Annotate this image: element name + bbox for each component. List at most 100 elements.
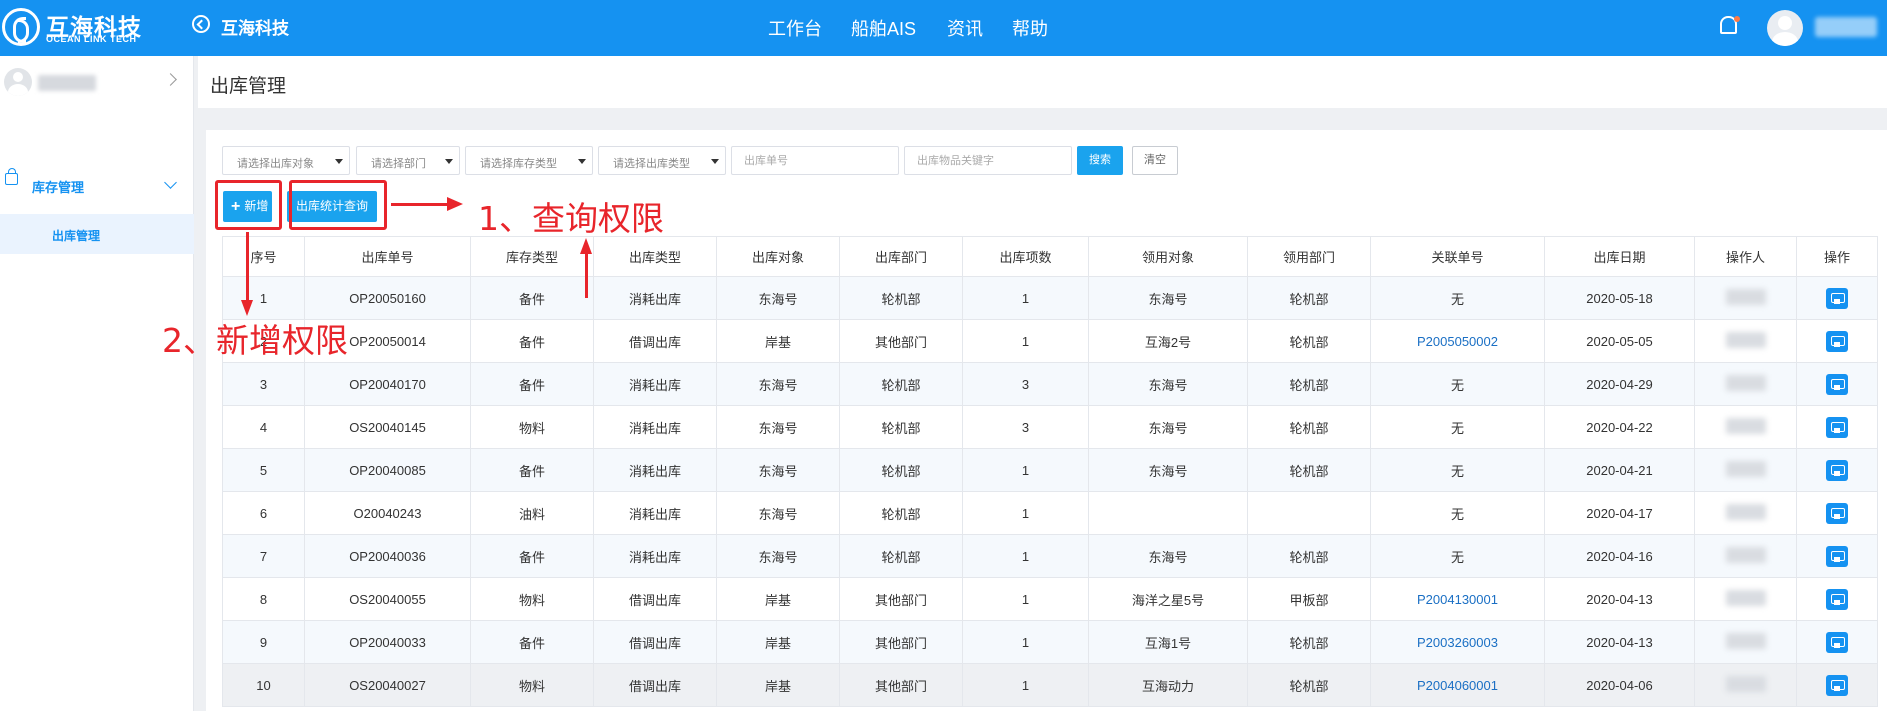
table-row[interactable]: 6 O20040243 油料 消耗出库 东海号 轮机部 1 无 2020-04-17 — [222, 491, 1878, 535]
print-icon[interactable] — [1826, 588, 1848, 610]
table-cell: 2020-04-13 — [1544, 620, 1695, 664]
table-row[interactable]: 3 OP20040170 备件 消耗出库 东海号 轮机部 3 东海号 轮机部无 2020-04-2… — [222, 362, 1878, 406]
table-header-row: 序号 出库单号 库存类型 出库类型 出库对象 出库部门 出库项数 领用对象 领用… — [222, 236, 1878, 277]
table-cell: 东海号 — [1088, 448, 1248, 492]
operator-name-blurred — [1725, 331, 1766, 348]
table-cell: 2020-05-18 — [1544, 276, 1695, 320]
print-icon[interactable] — [1826, 373, 1848, 395]
print-icon[interactable] — [1826, 545, 1848, 567]
action-cell — [1796, 319, 1878, 363]
order-number-input[interactable] — [731, 146, 899, 175]
stock-type-select[interactable]: 请选择库存类型 — [465, 146, 593, 175]
operator-name-blurred — [1725, 288, 1766, 305]
department-select[interactable]: 请选择部门 — [356, 146, 460, 175]
table-cell: 借调出库 — [593, 620, 717, 664]
table-cell: 9 — [222, 620, 305, 664]
table-row[interactable]: 2 OP20050014 备件 借调出库 岸基 其他部门 1 互海2号 轮机部 P20050500… — [222, 319, 1878, 363]
operator-name-blurred — [1725, 589, 1766, 606]
table-cell: 轮机部 — [1247, 319, 1371, 363]
table-cell: 3 — [962, 405, 1089, 449]
clear-button[interactable]: 清空 — [1132, 146, 1178, 175]
table-cell: 东海号 — [1088, 276, 1248, 320]
table-cell: 消耗出库 — [593, 362, 717, 406]
nav-help[interactable]: 帮助 — [1012, 15, 1048, 41]
nav-workbench[interactable]: 工作台 — [768, 15, 822, 41]
table-cell: 岸基 — [716, 620, 840, 664]
table-row[interactable]: 10 OS20040027 物料 借调出库 岸基 其他部门 1 互海动力 轮机部 P2004060… — [222, 663, 1878, 707]
table-cell: 轮机部 — [1247, 620, 1371, 664]
sidebar-item-label: 出库管理 — [52, 229, 101, 243]
table-cell[interactable]: P2004060001 — [1370, 663, 1545, 707]
table-row[interactable]: 5 OP20040085 备件 消耗出库 东海号 轮机部 1 东海号 轮机部无 2020-04-2… — [222, 448, 1878, 492]
user-name-blurred[interactable] — [1815, 17, 1877, 37]
table-row[interactable]: 9 OP20040033 备件 借调出库 岸基 其他部门 1 互海1号 轮机部 P20032600… — [222, 620, 1878, 664]
table-cell: 东海号 — [716, 276, 840, 320]
table-cell: 7 — [222, 534, 305, 578]
table-cell: 油料 — [470, 491, 594, 535]
outbound-target-select[interactable]: 请选择出库对象 — [222, 146, 350, 175]
print-icon[interactable] — [1826, 330, 1848, 352]
print-icon[interactable] — [1826, 416, 1848, 438]
table-row[interactable]: 7 OP20040036 备件 消耗出库 东海号 轮机部 1 东海号 轮机部无 2020-04-1… — [222, 534, 1878, 578]
column-header: 库存类型 — [470, 236, 594, 277]
table-cell: 轮机部 — [839, 491, 963, 535]
sidebar-username-blurred — [38, 75, 96, 91]
system-title[interactable]: 互海科技 — [221, 14, 289, 39]
main-content: 请选择出库对象 请选择部门 请选择库存类型 请选择出库类型 搜索 清空 +新增 … — [206, 130, 1887, 711]
table-cell: 借调出库 — [593, 319, 717, 363]
print-icon[interactable] — [1826, 459, 1848, 481]
user-avatar[interactable] — [1767, 10, 1803, 46]
table-cell: 互海1号 — [1088, 620, 1248, 664]
notification-bell-icon[interactable] — [1718, 14, 1740, 34]
table-row[interactable]: 8 OS20040055 物料 借调出库 岸基 其他部门 1 海洋之星5号 甲板部 P200413… — [222, 577, 1878, 621]
item-keyword-input[interactable] — [904, 146, 1072, 175]
table-row[interactable]: 4 OS20040145 物料 消耗出库 东海号 轮机部 3 东海号 轮机部无 2020-04-2… — [222, 405, 1878, 449]
operator-name-blurred — [1725, 503, 1766, 520]
table-cell: 1 — [962, 534, 1089, 578]
table-cell: 2020-05-05 — [1544, 319, 1695, 363]
table-cell: 1 — [962, 276, 1089, 320]
shopping-bag-icon — [5, 168, 18, 185]
table-cell: 无 — [1370, 405, 1545, 449]
column-header: 操作人 — [1694, 236, 1797, 277]
table-cell: 备件 — [470, 319, 594, 363]
table-cell: OP20040033 — [304, 620, 471, 664]
print-icon[interactable] — [1826, 502, 1848, 524]
table-row[interactable]: 1 OP20050160 备件 消耗出库 东海号 轮机部 1 东海号 轮机部无 2020-05-1… — [222, 276, 1878, 320]
search-button[interactable]: 搜索 — [1077, 146, 1123, 175]
chevron-right-icon[interactable] — [164, 73, 177, 86]
nav-news[interactable]: 资讯 — [947, 15, 983, 41]
stats-button-highlight-box — [289, 180, 387, 230]
table-cell: 东海号 — [716, 534, 840, 578]
operator-name-blurred — [1725, 675, 1766, 692]
table-cell: 10 — [222, 663, 305, 707]
table-cell: 东海号 — [716, 491, 840, 535]
table-cell: 物料 — [470, 577, 594, 621]
action-cell — [1796, 620, 1878, 664]
chevron-down-icon — [164, 176, 177, 189]
table-cell: 借调出库 — [593, 663, 717, 707]
table-cell: 岸基 — [716, 577, 840, 621]
operator-cell — [1694, 362, 1797, 406]
table-cell: 东海号 — [1088, 534, 1248, 578]
table-cell: 4 — [222, 405, 305, 449]
sidebar-item-outbound[interactable]: 出库管理 — [0, 214, 194, 254]
table-cell: 消耗出库 — [593, 534, 717, 578]
brand-english-name: OCEAN LINK TECH — [46, 34, 137, 44]
table-cell[interactable]: P2003260003 — [1370, 620, 1545, 664]
caret-down-icon — [578, 159, 586, 164]
table-cell[interactable]: P2005050002 — [1370, 319, 1545, 363]
table-cell: 2020-04-13 — [1544, 577, 1695, 621]
sidebar-group-inventory[interactable]: 库存管理 — [0, 167, 194, 203]
operator-name-blurred — [1725, 546, 1766, 563]
print-icon[interactable] — [1826, 674, 1848, 696]
print-icon[interactable] — [1826, 631, 1848, 653]
print-icon[interactable] — [1826, 287, 1848, 309]
sidebar: 库存管理 出库管理 — [0, 56, 194, 711]
back-arrow-icon[interactable] — [192, 15, 210, 33]
select-text: 请选择出库类型 — [613, 158, 690, 170]
table-cell: OP20040170 — [304, 362, 471, 406]
nav-ship-ais[interactable]: 船舶AIS — [851, 15, 916, 41]
outbound-type-select[interactable]: 请选择出库类型 — [598, 146, 726, 175]
table-cell[interactable]: P2004130001 — [1370, 577, 1545, 621]
